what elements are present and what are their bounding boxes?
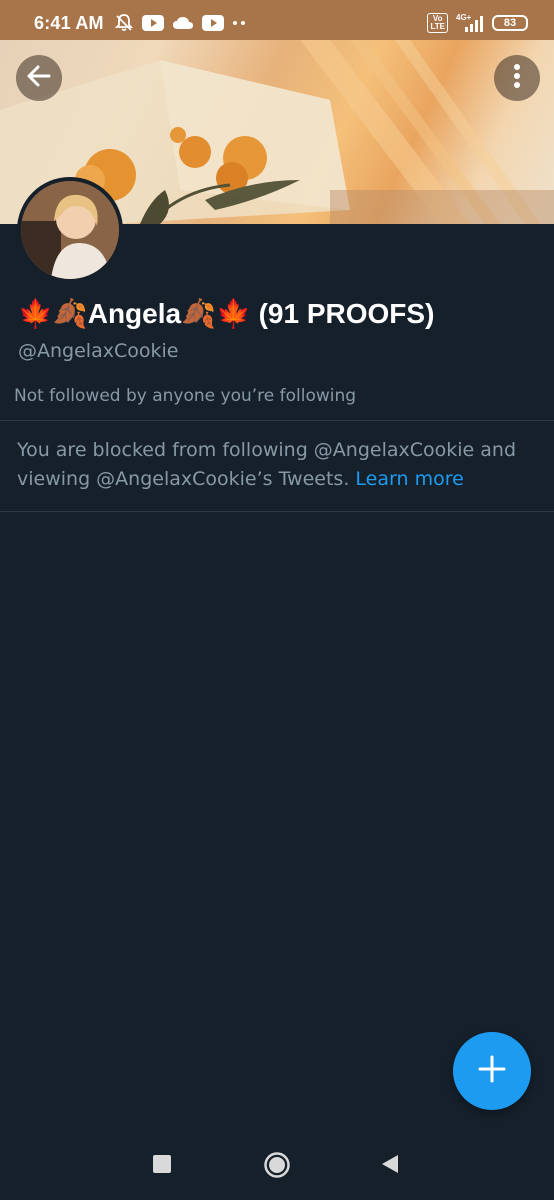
triangle-back-icon — [380, 1154, 400, 1178]
square-icon — [153, 1155, 171, 1177]
nav-back-button[interactable] — [376, 1152, 404, 1180]
youtube-icon — [141, 15, 164, 31]
svg-text:4G+: 4G+ — [456, 13, 472, 22]
home-button[interactable] — [262, 1152, 292, 1182]
compose-tweet-button[interactable] — [453, 1032, 531, 1110]
followers-you-know-note: Not followed by anyone you’re following — [14, 386, 357, 406]
bell-muted-icon — [114, 13, 134, 33]
status-time: 6:41 AM — [34, 12, 104, 33]
plus-icon — [477, 1054, 507, 1088]
avatar[interactable] — [17, 177, 123, 283]
circle-icon — [263, 1151, 291, 1183]
avatar-image — [21, 181, 119, 279]
divider — [0, 511, 554, 512]
back-arrow-icon — [26, 63, 52, 93]
signal-icon: 4G+ — [456, 13, 484, 33]
status-notification-icons — [114, 13, 246, 33]
more-vertical-icon — [513, 64, 521, 92]
blocked-message: You are blocked from following @AngelaxC… — [17, 436, 537, 494]
user-handle: @AngelaxCookie — [18, 340, 179, 362]
recents-button[interactable] — [148, 1152, 176, 1180]
divider — [0, 420, 554, 421]
more-options-button[interactable] — [494, 55, 540, 101]
youtube-icon — [201, 15, 224, 31]
back-button[interactable] — [16, 55, 62, 101]
volte-indicator: Vo LTE — [427, 13, 448, 33]
more-notifications-icon — [232, 20, 246, 26]
learn-more-link[interactable]: Learn more — [355, 468, 463, 490]
battery-indicator: 83 — [492, 15, 528, 31]
display-name: 🍁🍂Angela🍂🍁 (91 PROOFS) — [18, 298, 435, 329]
system-navigation-bar — [0, 1130, 554, 1200]
cloud-icon — [172, 15, 194, 31]
status-system-icons: Vo LTE 4G+ 83 — [427, 13, 528, 33]
